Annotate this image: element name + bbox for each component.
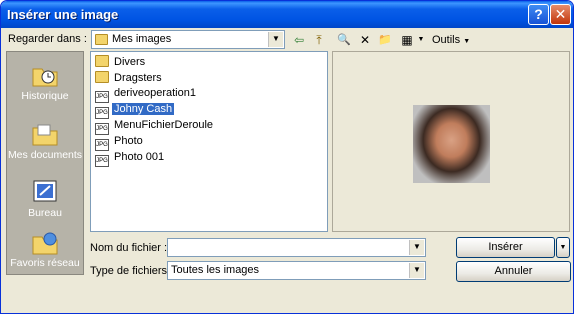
image-file-icon: JPG <box>95 139 109 151</box>
place-my-documents[interactable]: Mes documents <box>7 121 83 161</box>
image-file-icon: JPG <box>95 91 109 103</box>
new-folder-icon[interactable]: 📁 <box>376 32 394 48</box>
filetype-value: Toutes les images <box>171 264 260 276</box>
list-item[interactable]: Dragsters <box>95 71 164 86</box>
desktop-icon <box>33 180 57 202</box>
folder-icon <box>95 71 109 83</box>
place-network[interactable]: Favoris réseau <box>7 229 83 269</box>
chevron-down-icon: ▼ <box>409 263 424 278</box>
look-in-value: Mes images <box>112 33 172 45</box>
image-file-icon: JPG <box>95 107 109 119</box>
filetype-label: Type de fichiers : <box>90 265 174 277</box>
filetype-dropdown[interactable]: Toutes les images ▼ <box>167 261 426 280</box>
history-icon <box>32 68 58 87</box>
image-file-icon: JPG <box>95 123 109 135</box>
place-label: Mes documents <box>7 149 83 161</box>
chevron-down-icon: ▼ <box>409 240 424 255</box>
insert-button[interactable]: Insérer <box>456 237 555 258</box>
tools-menu[interactable]: Outils ▼ <box>432 34 470 46</box>
back-icon[interactable]: ⇦ <box>291 32 307 48</box>
file-list[interactable]: Divers Dragsters JPG deriveoperation1 JPG… <box>90 51 328 232</box>
views-dropdown-icon[interactable]: ▼ <box>416 32 426 48</box>
delete-icon[interactable]: ✕ <box>357 32 373 48</box>
image-file-icon: JPG <box>95 155 109 167</box>
help-button[interactable]: ? <box>528 4 549 25</box>
cancel-button[interactable]: Annuler <box>456 261 571 282</box>
filename-label: Nom du fichier : <box>90 242 168 254</box>
close-button[interactable]: ✕ <box>550 4 571 25</box>
place-label: Bureau <box>28 207 62 219</box>
list-item-selected[interactable]: JPG Johny Cash <box>95 103 175 119</box>
insert-options-button[interactable]: ▼ <box>556 237 570 258</box>
chevron-down-icon: ▼ <box>268 32 283 47</box>
search-web-icon[interactable]: 🔍 <box>335 32 353 48</box>
folder-icon <box>95 34 108 45</box>
place-desktop[interactable]: Bureau <box>7 179 83 219</box>
window-title: Insérer une image <box>7 7 119 22</box>
views-icon[interactable]: ▦ <box>398 32 416 48</box>
place-history[interactable]: Historique <box>7 62 83 102</box>
preview-pane <box>332 51 570 232</box>
image-preview <box>413 105 490 183</box>
look-in-dropdown[interactable]: Mes images ▼ <box>91 30 285 49</box>
network-icon <box>32 232 58 255</box>
up-folder-icon[interactable]: ⤒ <box>311 32 327 48</box>
list-item[interactable]: Divers <box>95 55 147 70</box>
look-in-label: Regarder dans : <box>8 33 87 45</box>
title-bar: Insérer une image ? ✕ <box>1 1 573 28</box>
tools-label: Outils <box>432 34 461 46</box>
list-item[interactable]: JPG MenuFichierDeroule <box>95 119 215 135</box>
insert-image-dialog: Insérer une image ? ✕ Regarder dans : Me… <box>0 0 574 314</box>
documents-icon <box>32 124 58 146</box>
list-item[interactable]: JPG Photo 001 <box>95 151 166 167</box>
places-bar: Historique Mes documents Bureau Favoris … <box>6 51 84 275</box>
place-label: Favoris réseau <box>10 257 80 269</box>
list-item[interactable]: JPG deriveoperation1 <box>95 87 198 103</box>
filename-input[interactable]: ▼ <box>167 238 426 257</box>
folder-icon <box>95 55 109 67</box>
place-label: Historique <box>21 90 69 102</box>
list-item[interactable]: JPG Photo <box>95 135 145 151</box>
